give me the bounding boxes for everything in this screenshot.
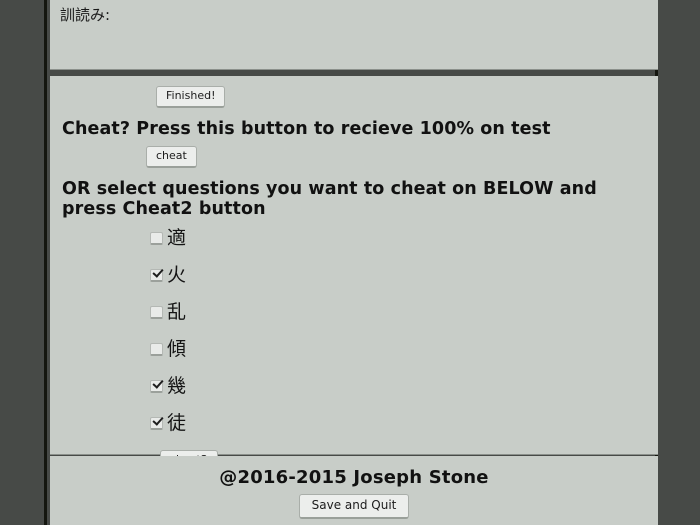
list-item: 火 bbox=[150, 257, 658, 294]
question-kanji-label: 傾 bbox=[167, 338, 187, 361]
list-item: 幾 bbox=[150, 368, 658, 405]
save-button-row: Save and Quit bbox=[50, 488, 658, 520]
question-checkbox[interactable] bbox=[150, 306, 163, 320]
footer-panel: @2016-2015 Joseph Stone Save and Quit bbox=[50, 456, 658, 525]
question-checkbox[interactable] bbox=[150, 417, 163, 431]
copyright-text: @2016-2015 Joseph Stone bbox=[219, 467, 489, 488]
question-checkbox-list: 適 火 乱 傾 幾 徒 bbox=[50, 220, 658, 442]
question-checkbox[interactable] bbox=[150, 232, 163, 246]
question-kanji-label: 火 bbox=[167, 264, 187, 287]
list-item: 傾 bbox=[150, 331, 658, 368]
reading-panel: 訓読み: bbox=[50, 0, 658, 70]
list-item: 徒 bbox=[150, 405, 658, 442]
kunyomi-label: 訓読み: bbox=[60, 6, 111, 24]
question-kanji-label: 適 bbox=[167, 227, 187, 250]
list-item: 乱 bbox=[150, 294, 658, 331]
cheat-button-row: cheat bbox=[50, 140, 658, 168]
question-checkbox[interactable] bbox=[150, 380, 163, 394]
question-kanji-label: 徒 bbox=[167, 412, 187, 435]
question-kanji-label: 乱 bbox=[167, 301, 187, 324]
page-frame: 訓読み: Finished! Cheat? Press this button … bbox=[44, 0, 658, 525]
finished-button[interactable]: Finished! bbox=[156, 86, 226, 109]
cheat2-headline: OR select questions you want to cheat on… bbox=[62, 178, 597, 220]
cheat-headline: Cheat? Press this button to recieve 100%… bbox=[62, 119, 551, 140]
cheat-button[interactable]: cheat bbox=[146, 145, 197, 168]
question-checkbox[interactable] bbox=[150, 343, 163, 357]
list-item: 適 bbox=[150, 220, 658, 257]
finished-button-row: Finished! bbox=[50, 76, 658, 109]
main-panel: Finished! Cheat? Press this button to re… bbox=[50, 76, 658, 473]
question-kanji-label: 幾 bbox=[167, 375, 187, 398]
question-checkbox[interactable] bbox=[150, 269, 163, 283]
save-and-quit-button[interactable]: Save and Quit bbox=[298, 494, 410, 520]
